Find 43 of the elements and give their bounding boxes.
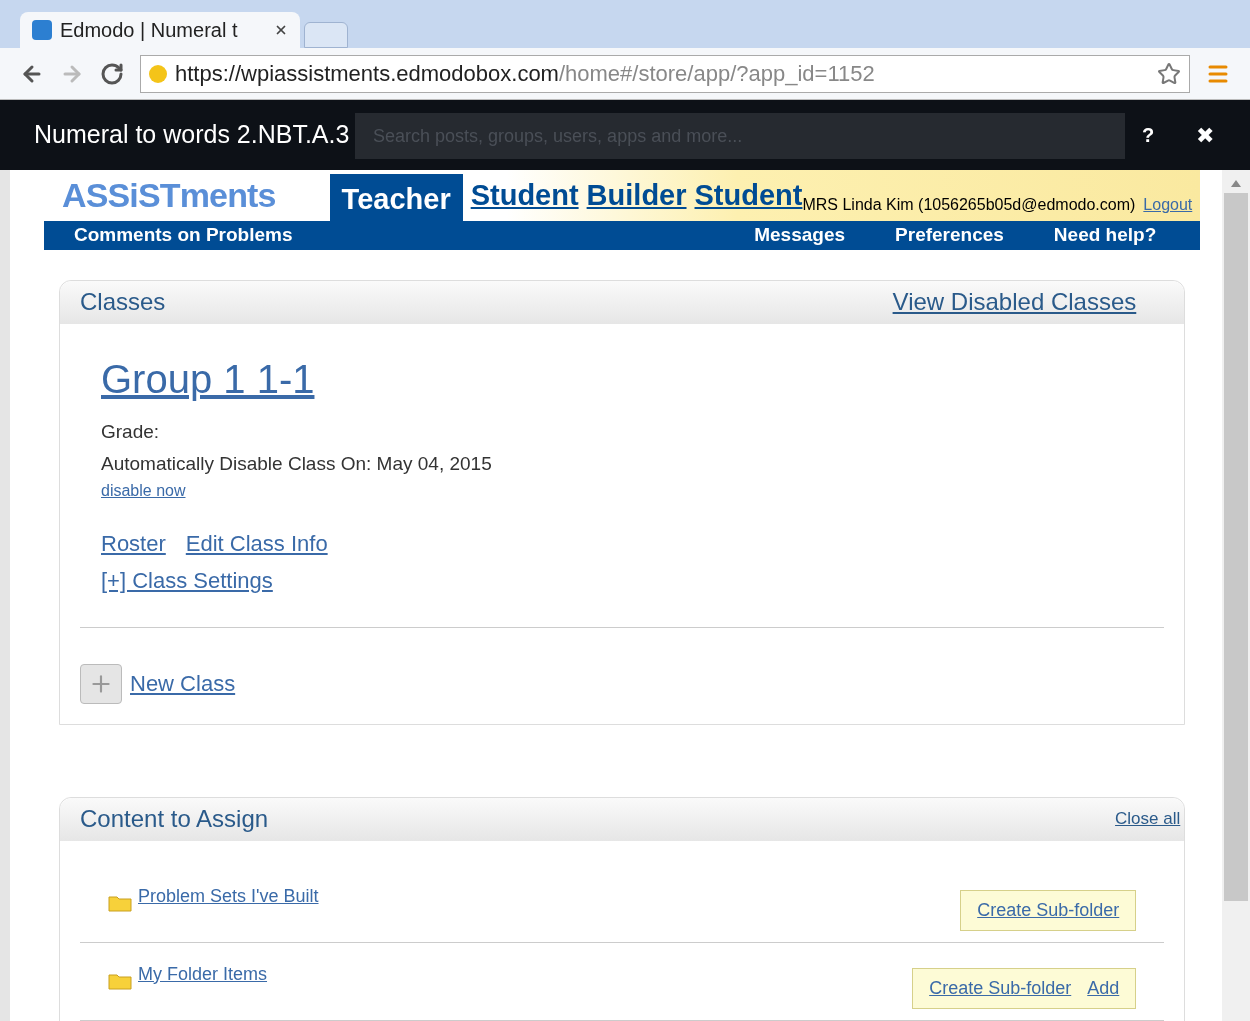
disable-now-link[interactable]: disable now xyxy=(101,478,1165,503)
user-info: MRS Linda Kim (1056265b05d@edmodo.com) xyxy=(802,196,1136,215)
logout-link[interactable]: Logout xyxy=(1143,193,1193,221)
folder-action-link[interactable]: Create Sub-folder xyxy=(929,974,1072,1002)
assistments-logo[interactable]: ASSiSTments xyxy=(62,170,276,221)
new-tab-button[interactable] xyxy=(304,22,348,48)
close-icon[interactable] xyxy=(274,23,288,37)
scroll-up-icon[interactable] xyxy=(1231,180,1242,187)
folder-link[interactable]: My Folder Items xyxy=(138,960,268,988)
site-tab[interactable]: Teacher xyxy=(329,173,463,221)
star-icon[interactable] xyxy=(1157,61,1181,86)
app-title: Numeral to words 2.NBT.A.3 xyxy=(34,119,350,151)
site-tab[interactable]: Builder xyxy=(586,173,687,221)
site-tab[interactable]: Student xyxy=(470,173,579,221)
close-button[interactable]: ✖ xyxy=(1196,118,1214,152)
folder-link[interactable]: Problem Sets I've Built xyxy=(138,882,319,910)
nav-link[interactable]: Messages xyxy=(754,221,846,250)
nav-link[interactable]: Need help? xyxy=(1053,221,1157,250)
url-text: https://wpiassistments.edmodobox.com/home#/store/app/?app_id=1152 xyxy=(175,60,875,88)
class-action-link[interactable]: [+] Class Settings xyxy=(101,563,273,597)
new-class-link[interactable]: New Class xyxy=(130,667,236,700)
folder-icon xyxy=(108,972,132,990)
browser-tab[interactable]: Edmodo | Numeral t xyxy=(20,12,300,48)
class-action-link[interactable]: Roster xyxy=(101,526,166,560)
help-button[interactable]: ? xyxy=(1142,120,1155,150)
nav-link[interactable]: Preferences xyxy=(895,221,1004,250)
class-action-link[interactable]: Edit Class Info xyxy=(185,526,328,560)
address-bar[interactable]: https://wpiassistments.edmodobox.com/home#/store/app/?app_id=1152 xyxy=(140,54,1190,93)
scrollbar[interactable] xyxy=(1222,170,1250,1021)
folder-icon xyxy=(108,894,132,912)
folder-action-link[interactable]: Add xyxy=(1087,974,1120,1002)
grade-text: Grade: xyxy=(101,419,161,444)
panel-title: Classes xyxy=(80,287,166,317)
close-all-link[interactable]: Close all xyxy=(1115,806,1181,832)
panel-title: Content to Assign xyxy=(80,804,269,834)
class-name-link[interactable]: Group 1 1-1 xyxy=(101,353,1165,404)
disable-date-text: Automatically Disable Class On: May 04, 2015 xyxy=(101,452,493,476)
reload-icon[interactable] xyxy=(100,61,124,86)
nav-link[interactable]: Comments on Problems xyxy=(74,221,293,250)
scroll-thumb[interactable] xyxy=(1224,193,1249,901)
folder-action-link[interactable]: Create Sub-folder xyxy=(977,896,1120,924)
add-icon[interactable] xyxy=(80,663,122,704)
tab-title: Edmodo | Numeral t xyxy=(60,18,238,43)
